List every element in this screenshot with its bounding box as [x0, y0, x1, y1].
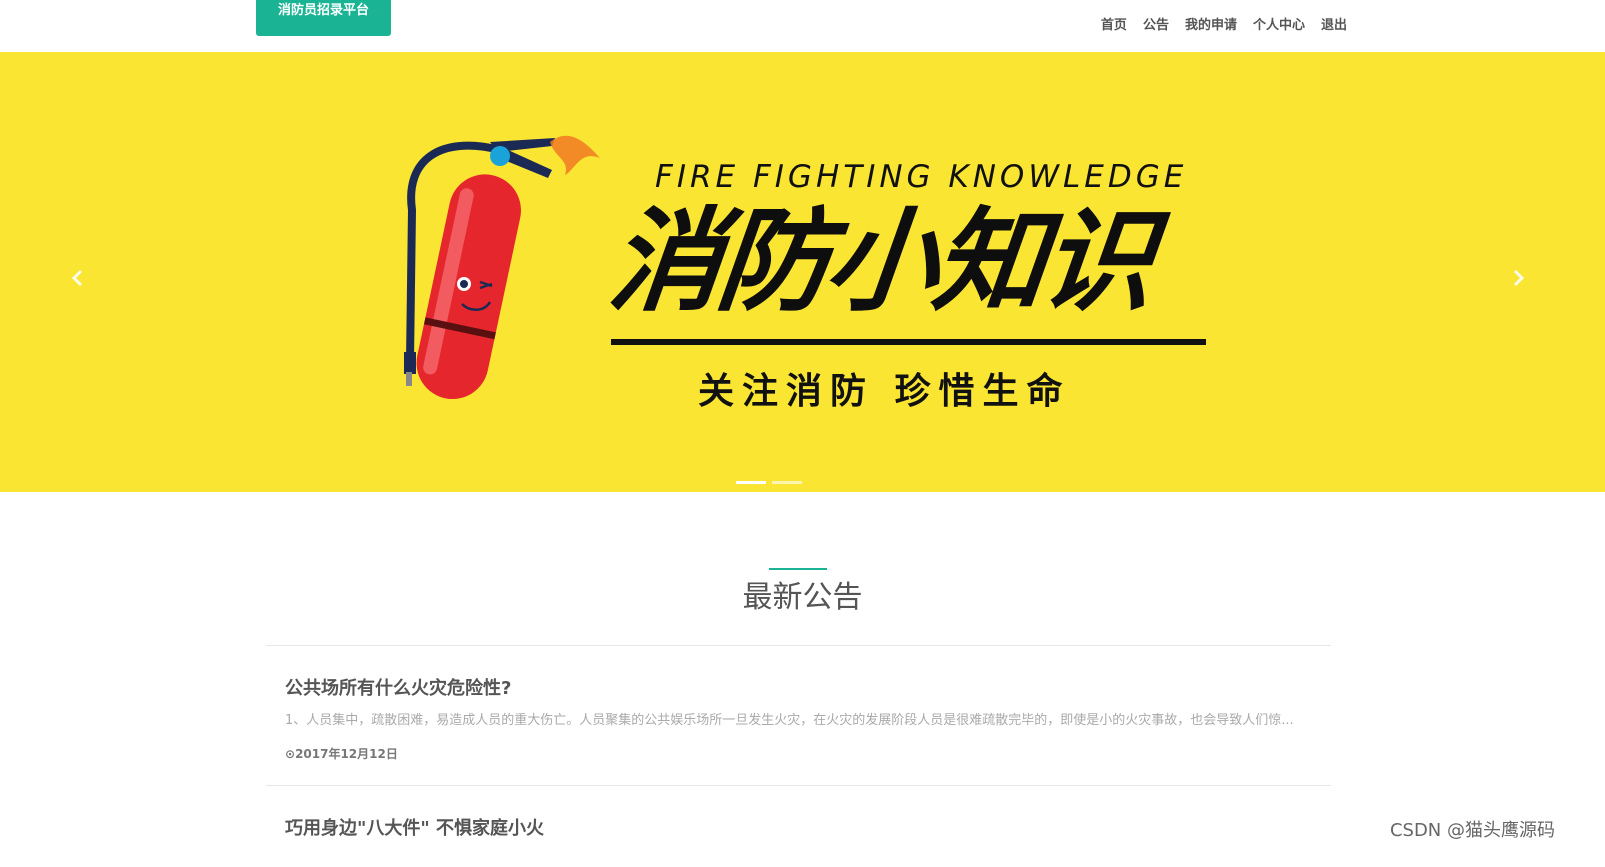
section-title: 最新公告 [742, 580, 863, 615]
clock-icon: ⊙ [285, 747, 296, 761]
banner-subtitle: 关注消防 珍惜生命 [698, 371, 1071, 412]
carousel-indicator-2[interactable] [772, 481, 802, 484]
announcement-title[interactable]: 公共场所有什么火灾危险性? [285, 674, 511, 700]
carousel-prev-button[interactable] [66, 266, 90, 290]
announcement-date: ⊙2017年12月12日 [285, 745, 398, 762]
banner-title-cn: 消防小知识 [603, 197, 1157, 327]
chevron-right-icon [1513, 269, 1525, 287]
nav-home[interactable]: 首页 [1101, 17, 1127, 35]
nav-my-applications[interactable]: 我的申请 [1185, 17, 1237, 35]
carousel-indicators [736, 481, 802, 484]
nav-logout[interactable]: 退出 [1321, 17, 1347, 35]
section-accent-line [769, 568, 827, 570]
banner-title-en: FIRE FIGHTING KNOWLEDGE [655, 159, 1188, 195]
announcement-title[interactable]: 巧用身边"八大件" 不惧家庭小火 [285, 814, 544, 840]
nav-announcements[interactable]: 公告 [1143, 17, 1169, 35]
announcement-summary: 1、人员集中，疏散困难，易造成人员的重大伤亡。人员聚集的公共娱乐场所一旦发生火灾… [285, 713, 1294, 728]
main-nav: 首页 公告 我的申请 个人中心 退出 [1101, 17, 1347, 35]
site-logo[interactable]: 消防员招录平台 [256, 0, 391, 36]
top-header: 消防员招录平台 首页 公告 我的申请 个人中心 退出 [0, 0, 1605, 52]
fire-extinguisher-illustration [404, 135, 600, 400]
hero-carousel: FIRE FIGHTING KNOWLEDGE 消防小知识 关注消防 珍惜生命 [0, 52, 1605, 492]
announcement-date-text: 2017年12月12日 [295, 747, 398, 761]
watermark: CSDN @猫头鹰源码 [1389, 820, 1555, 841]
nav-profile[interactable]: 个人中心 [1253, 17, 1305, 35]
carousel-next-button[interactable] [1506, 266, 1530, 290]
chevron-left-icon [71, 269, 83, 287]
divider [266, 785, 1331, 786]
banner-divider [611, 339, 1206, 345]
carousel-indicator-1[interactable] [736, 481, 766, 484]
divider [266, 645, 1331, 646]
